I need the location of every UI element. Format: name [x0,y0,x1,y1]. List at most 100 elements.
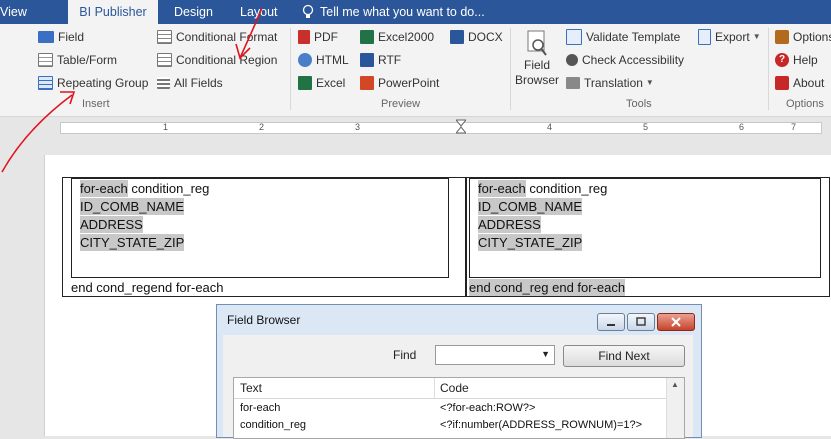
find-next-button[interactable]: Find Next [563,345,685,367]
help-button[interactable]: ? Help [775,50,818,70]
conditional-region-icon [157,53,172,67]
field-address[interactable]: ADDRESS [80,216,143,233]
field-city-state-zip[interactable]: CITY_STATE_ZIP [80,234,185,251]
field-end-for-each[interactable]: end cond_reg end for-each [469,279,626,296]
table-cell[interactable]: for-each condition_reg ID_COMB_NAME ADDR… [466,177,830,297]
field-for-each[interactable]: for-each [80,180,128,197]
list-header: Text Code [234,378,666,399]
about-button[interactable]: About [775,73,824,93]
doc-line: ID_COMB_NAME [80,198,185,215]
preview-group-label: Preview [381,98,421,110]
ruler-number: 6 [739,122,745,132]
maximize-icon [636,317,646,326]
field-browser-icon [525,30,549,58]
field-end-for-each[interactable]: end cond_regend for-each [71,279,224,296]
conditional-region-button[interactable]: Conditional Region [157,50,277,70]
insert-group-label: Insert [82,98,110,110]
all-fields-button[interactable]: All Fields [157,73,223,93]
preview-pdf-button[interactable]: PDF [298,27,338,47]
minimize-icon [607,324,615,326]
tell-me-box[interactable]: Tell me what you want to do... [320,0,485,24]
dialog-title: Field Browser [227,313,301,327]
ruler-number: 1 [163,122,169,132]
check-accessibility-button[interactable]: Check Accessibility [566,50,684,70]
ruler-number: 7 [791,122,797,132]
column-divider[interactable] [434,378,435,398]
ruler: 1 2 3 4 5 6 7 [0,117,831,137]
group-separator [768,28,769,110]
doc-line: ADDRESS [80,216,143,233]
tab-bi-publisher[interactable]: BI Publisher [68,0,158,24]
row-code: <?for-each:ROW?> [440,402,536,414]
field-id-comb-name[interactable]: ID_COMB_NAME [80,198,185,215]
tab-view[interactable]: View [0,0,35,24]
ruler-number: 4 [547,122,553,132]
table-cell[interactable]: for-each condition_reg ID_COMB_NAME ADDR… [62,177,466,297]
scroll-up-icon[interactable]: ▲ [671,380,679,389]
tools-group-label: Tools [626,98,652,110]
doc-line: for-each condition_reg [478,180,607,197]
column-header-text[interactable]: Text [240,381,262,395]
preview-rtf-button[interactable]: RTF [360,50,401,70]
minimize-button[interactable] [597,313,625,331]
chevron-down-icon[interactable]: ▼ [541,349,550,359]
vertical-scrollbar[interactable]: ▲ [666,378,684,438]
column-header-code[interactable]: Code [440,381,469,395]
all-fields-icon [157,77,170,89]
powerpoint-icon [360,76,374,90]
validate-template-button[interactable]: Validate Template [566,27,680,47]
preview-docx-button[interactable]: DOCX [450,27,503,47]
doc-line: for-each condition_reg [80,180,209,197]
ribbon: Field Table/Form Repeating Group Conditi… [0,24,831,117]
doc-line: end cond_reg end for-each [469,279,626,296]
ruler-bar: 1 2 3 4 5 6 7 [60,122,822,134]
field-list[interactable]: Text Code for-each <?for-each:ROW?> cond… [233,377,685,439]
excel-icon [298,76,312,90]
ruler-number: 3 [355,122,361,132]
tab-design[interactable]: Design [166,0,221,24]
conditional-format-button[interactable]: Conditional Format [157,27,277,47]
doc-line: ADDRESS [478,216,541,233]
field-browser-button[interactable]: Field Browser [514,30,560,94]
options-icon [775,30,789,44]
inner-region[interactable]: for-each condition_reg ID_COMB_NAME ADDR… [71,178,449,278]
indent-marker[interactable] [454,117,468,137]
repeating-group-icon [38,76,53,90]
validate-icon [566,29,582,45]
preview-excel-button[interactable]: Excel [298,73,345,93]
preview-html-button[interactable]: HTML [298,50,349,70]
field-for-each[interactable]: for-each [478,180,526,197]
find-label: Find [393,348,417,362]
maximize-button[interactable] [627,313,655,331]
close-button[interactable] [657,313,695,331]
list-item[interactable]: condition_reg <?if:number(ADDRESS_ROWNUM… [234,419,666,435]
field-browser-dialog[interactable]: Field Browser Find ▼ Find Next Text Code… [216,304,702,439]
group-separator [290,28,291,110]
list-item[interactable]: for-each <?for-each:ROW?> [234,402,666,418]
tab-layout[interactable]: Layout [232,0,286,24]
translation-button[interactable]: Translation ▼ [566,73,654,93]
preview-excel2000-button[interactable]: Excel2000 [360,27,434,47]
field-city-state-zip[interactable]: CITY_STATE_ZIP [478,234,583,251]
ruler-number: 5 [643,122,649,132]
group-separator [510,28,511,110]
table-form-button[interactable]: Table/Form [38,50,117,70]
chevron-down-icon: ▼ [645,78,654,87]
export-button[interactable]: Export ▼ [698,27,761,47]
find-combobox[interactable]: ▼ [435,345,555,365]
doc-line: CITY_STATE_ZIP [478,234,583,251]
preview-powerpoint-button[interactable]: PowerPoint [360,73,439,93]
row-code: <?if:number(ADDRESS_ROWNUM)=1?> [440,419,643,431]
html-icon [298,53,312,67]
pdf-icon [298,30,310,44]
options-button[interactable]: Options [775,27,831,47]
lightbulb-icon [300,4,316,20]
conditional-format-icon [157,30,172,44]
field-address[interactable]: ADDRESS [478,216,541,233]
inner-region[interactable]: for-each condition_reg ID_COMB_NAME ADDR… [469,178,821,278]
doc-line: end cond_regend for-each [71,279,224,296]
field-button[interactable]: Field [38,27,84,47]
field-id-comb-name[interactable]: ID_COMB_NAME [478,198,583,215]
row-text: condition_reg [240,419,307,431]
repeating-group-button[interactable]: Repeating Group [38,73,148,93]
